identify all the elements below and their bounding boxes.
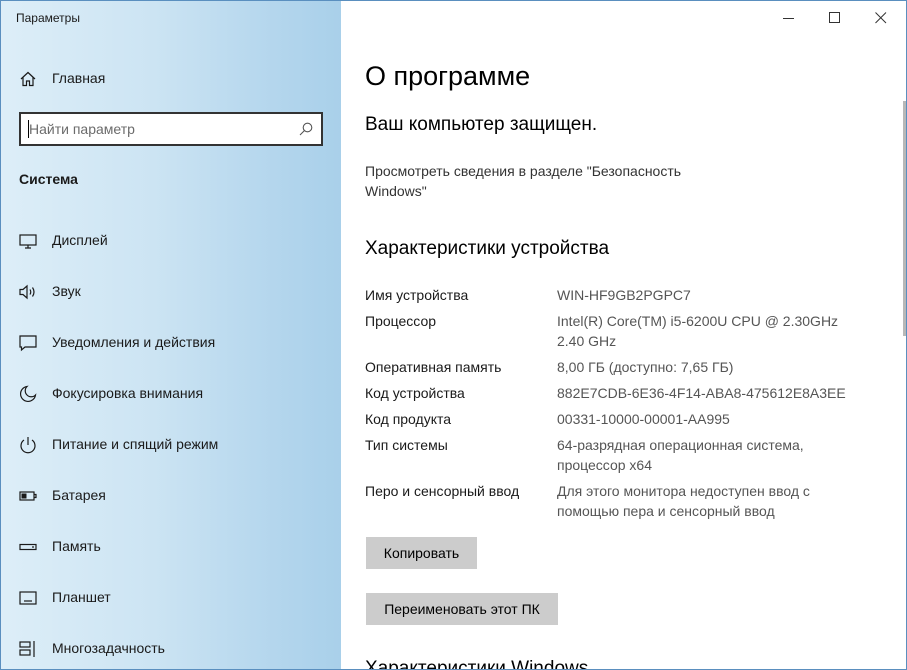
sidebar-item-label: Многозадачность [52, 640, 165, 656]
sidebar-item-notifications[interactable]: Уведомления и действия [1, 325, 341, 376]
search-icon[interactable] [298, 121, 314, 137]
device-specs-table: Имя устройства WIN-HF9GB2PGPC7 Процессор… [365, 285, 885, 527]
sidebar-item-label: Главная [52, 70, 106, 86]
spec-row-processor: Процессор Intel(R) Core(TM) i5-6200U CPU… [365, 311, 885, 357]
spec-row-system-type: Тип системы 64-разрядная операционная си… [365, 435, 885, 481]
spec-key: Оперативная память [365, 359, 502, 375]
spec-value: 00331-10000-00001-AA995 [557, 411, 730, 427]
spec-value: Intel(R) Core(TM) i5-6200U CPU @ 2.30GHz… [557, 313, 850, 349]
spec-value: WIN-HF9GB2PGPC7 [557, 287, 691, 303]
sidebar-item-label: Звук [52, 283, 81, 299]
sidebar-item-label: Питание и спящий режим [52, 436, 219, 452]
sidebar-item-label: Планшет [52, 589, 111, 605]
window-title: Параметры [16, 11, 80, 25]
spec-value: 882E7CDB-6E36-4F14-ABA8-475612E8A3EE [557, 385, 846, 401]
sidebar-item-tablet[interactable]: Планшет [1, 580, 341, 631]
spec-row-product-id: Код продукта 00331-10000-00001-AA995 [365, 409, 885, 435]
power-icon [18, 435, 38, 455]
spec-key: Имя устройства [365, 287, 469, 303]
sidebar-item-label: Фокусировка внимания [52, 385, 204, 401]
spec-row-device-id: Код устройства 882E7CDB-6E36-4F14-ABA8-4… [365, 383, 885, 409]
settings-window: Параметры Главная Система [0, 0, 907, 670]
spec-row-ram: Оперативная память 8,00 ГБ (доступно: 7,… [365, 357, 885, 383]
security-details-link[interactable]: Просмотреть сведения в разделе "Безопасн… [365, 161, 725, 201]
sidebar-item-label: Дисплей [52, 232, 108, 248]
main-content: О программе Ваш компьютер защищен. Просм… [341, 1, 906, 670]
sidebar-nav: Дисплей Звук Уведомления и действия Фоку… [1, 223, 341, 669]
sidebar-item-storage[interactable]: Память [1, 529, 341, 580]
scrollbar[interactable] [903, 101, 906, 336]
battery-icon [18, 486, 38, 506]
spec-row-device-name: Имя устройства WIN-HF9GB2PGPC7 [365, 285, 885, 311]
page-title: О программе [365, 61, 531, 91]
sidebar-item-sound[interactable]: Звук [1, 274, 341, 325]
windows-specs-title: Характеристики Windows [365, 658, 589, 670]
sidebar-item-battery[interactable]: Батарея [1, 478, 341, 529]
sidebar-item-home[interactable]: Главная [1, 62, 341, 96]
notification-icon [18, 333, 38, 353]
storage-icon [18, 537, 38, 557]
sidebar-item-label: Память [52, 538, 101, 554]
device-specs-title: Характеристики устройства [365, 238, 610, 259]
sidebar-item-power[interactable]: Питание и спящий режим [1, 427, 341, 478]
spec-key: Код продукта [365, 411, 452, 427]
spec-value: Для этого монитора недоступен ввод с пом… [557, 483, 810, 519]
sidebar-item-display[interactable]: Дисплей [1, 223, 341, 274]
spec-key: Перо и сенсорный ввод [365, 483, 520, 499]
display-icon [18, 231, 38, 251]
rename-pc-button[interactable]: Переименовать этот ПК [366, 593, 558, 625]
search-box[interactable] [19, 112, 323, 146]
moon-icon [18, 384, 38, 404]
spec-row-pen-touch: Перо и сенсорный ввод Для этого монитора… [365, 481, 885, 527]
spec-key: Код устройства [365, 385, 465, 401]
sidebar-item-multitasking[interactable]: Многозадачность [1, 631, 341, 669]
spec-value: 64-разрядная операционная система, проце… [557, 437, 804, 473]
spec-key: Тип системы [365, 437, 448, 453]
tablet-icon [18, 588, 38, 608]
sidebar-item-label: Батарея [52, 487, 106, 503]
sidebar-item-label: Уведомления и действия [52, 334, 216, 350]
search-input[interactable] [29, 119, 291, 139]
multitasking-icon [18, 639, 38, 659]
section-title: Система [19, 171, 78, 187]
sidebar-item-focus-assist[interactable]: Фокусировка внимания [1, 376, 341, 427]
spec-value: 8,00 ГБ (доступно: 7,65 ГБ) [557, 359, 734, 375]
speaker-icon [18, 282, 38, 302]
home-icon [19, 70, 37, 88]
protection-status-title: Ваш компьютер защищен. [365, 114, 598, 135]
sidebar: Параметры Главная Система [1, 1, 341, 669]
spec-key: Процессор [365, 313, 437, 329]
copy-button[interactable]: Копировать [366, 537, 477, 569]
